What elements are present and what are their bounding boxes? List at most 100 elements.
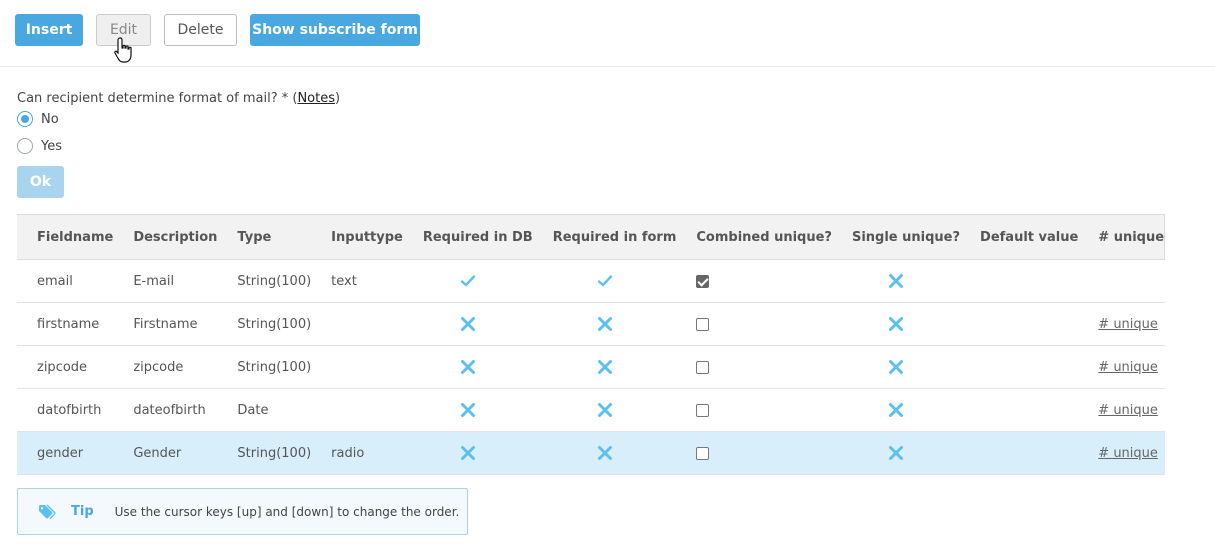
tip-text: Use the cursor keys [up] and [down] to c…: [114, 504, 460, 519]
cell-required-db: [402, 388, 533, 432]
cell-single-unique: [831, 302, 961, 346]
cell-type: Date: [217, 388, 312, 432]
column-header-type: Type: [217, 214, 312, 260]
mail-format-question-text: Can recipient determine format of mail? …: [17, 91, 298, 106]
column-header-required-in-form: Required in form: [532, 214, 677, 260]
cell-fieldname: datofbirth: [17, 388, 114, 432]
radio-option-no[interactable]: No: [17, 109, 59, 129]
insert-button[interactable]: Insert: [15, 14, 83, 46]
cross-icon: [460, 317, 475, 331]
combined-unique-checkbox[interactable]: [696, 274, 710, 288]
tip-label: Tip: [71, 504, 94, 519]
combined-unique-checkbox[interactable]: [696, 317, 710, 331]
check-icon: [597, 275, 612, 287]
table-row[interactable]: zipcode zipcode String(100) # unique: [17, 345, 1165, 389]
cell-unique: [1078, 259, 1165, 303]
cell-type: String(100): [217, 302, 312, 346]
cell-inputtype: radio: [311, 431, 403, 475]
cell-single-unique: [831, 388, 961, 432]
column-header-single-unique: Single unique?: [831, 214, 961, 260]
combined-unique-checkbox[interactable]: [696, 360, 710, 374]
cell-combined-unique: [676, 259, 832, 303]
column-header-combined-unique: Combined unique?: [676, 214, 832, 260]
cross-icon: [460, 360, 475, 374]
cross-icon: [460, 446, 475, 460]
table-row[interactable]: email E-mail String(100) text: [17, 259, 1165, 303]
cell-fieldname: firstname: [17, 302, 114, 346]
cell-required-form: [532, 345, 677, 389]
tag-icon: [39, 504, 56, 519]
cell-required-db: [402, 259, 533, 303]
cell-single-unique: [831, 431, 961, 475]
cell-combined-unique: [676, 388, 832, 432]
cell-unique: # unique: [1078, 345, 1165, 389]
column-header-unique: # unique: [1078, 214, 1166, 260]
cell-description: dateofbirth: [113, 388, 218, 432]
cell-inputtype: [311, 302, 403, 346]
toolbar: Insert Edit Delete Show subscribe form: [0, 0, 1215, 67]
cell-description: Gender: [113, 431, 218, 475]
unique-link[interactable]: # unique: [1098, 317, 1158, 332]
notes-link[interactable]: Notes: [297, 91, 335, 106]
cell-description: Firstname: [113, 302, 218, 346]
cross-icon: [460, 403, 475, 417]
cross-icon: [597, 403, 612, 417]
cell-single-unique: [831, 259, 961, 303]
radio-yes[interactable]: [17, 138, 33, 154]
table-row[interactable]: gender Gender String(100) radio # unique: [17, 431, 1165, 475]
tip-box: Tip Use the cursor keys [up] and [down] …: [17, 488, 468, 535]
cell-type: String(100): [217, 345, 312, 389]
cell-combined-unique: [676, 431, 832, 475]
unique-link[interactable]: # unique: [1098, 446, 1158, 461]
column-header-description: Description: [113, 214, 218, 260]
cross-icon: [597, 360, 612, 374]
cell-fieldname: zipcode: [17, 345, 114, 389]
table-header-row: Fieldname Description Type Inputtype Req…: [17, 214, 1166, 260]
cell-inputtype: [311, 388, 403, 432]
radio-yes-label: Yes: [41, 138, 62, 154]
delete-button[interactable]: Delete: [164, 14, 237, 46]
column-header-default-value: Default value: [960, 214, 1079, 260]
cell-type: String(100): [217, 259, 312, 303]
cross-icon: [889, 317, 903, 331]
radio-no[interactable]: [17, 111, 33, 127]
combined-unique-checkbox[interactable]: [696, 446, 710, 460]
cross-icon: [597, 446, 612, 460]
cross-icon: [889, 403, 903, 417]
unique-link[interactable]: # unique: [1098, 403, 1158, 418]
ok-button[interactable]: Ok: [17, 166, 64, 198]
check-icon: [460, 275, 475, 287]
radio-option-yes[interactable]: Yes: [17, 136, 62, 156]
radio-no-label: No: [41, 111, 59, 127]
cell-type: String(100): [217, 431, 312, 475]
table-row[interactable]: firstname Firstname String(100) # unique: [17, 302, 1165, 346]
cell-combined-unique: [676, 302, 832, 346]
cell-required-db: [402, 345, 533, 389]
show-subscribe-form-button[interactable]: Show subscribe form: [250, 14, 420, 46]
cell-combined-unique: [676, 345, 832, 389]
combined-unique-checkbox[interactable]: [696, 403, 710, 417]
unique-link[interactable]: # unique: [1098, 360, 1158, 375]
fields-table: Fieldname Description Type Inputtype Req…: [17, 214, 1166, 475]
column-header-required-in-db: Required in DB: [402, 214, 533, 260]
question-close-paren: ): [334, 91, 341, 106]
cross-icon: [889, 360, 903, 374]
column-header-inputtype: Inputtype: [311, 214, 403, 260]
cell-required-form: [532, 259, 677, 303]
cell-inputtype: text: [311, 259, 403, 303]
cell-default-value: [960, 259, 1079, 303]
cell-unique: # unique: [1078, 302, 1165, 346]
cell-required-form: [532, 431, 677, 475]
hand-cursor-icon: [114, 37, 132, 63]
cell-required-form: [532, 302, 677, 346]
cross-icon: [889, 446, 903, 460]
cell-single-unique: [831, 345, 961, 389]
cell-default-value: [960, 388, 1079, 432]
cell-fieldname: gender: [17, 431, 114, 475]
cross-icon: [889, 274, 903, 288]
table-row[interactable]: datofbirth dateofbirth Date # unique: [17, 388, 1165, 432]
cross-icon: [597, 317, 612, 331]
column-header-fieldname: Fieldname: [17, 214, 114, 260]
mail-format-question: Can recipient determine format of mail? …: [17, 91, 340, 106]
cell-required-db: [402, 302, 533, 346]
